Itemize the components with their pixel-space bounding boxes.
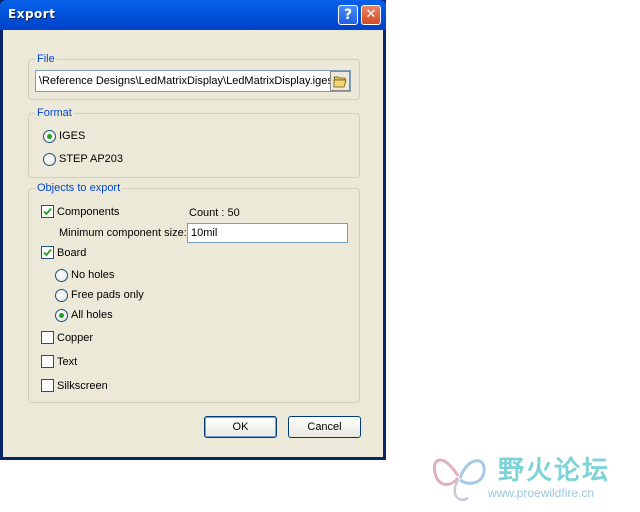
file-legend: File: [35, 52, 57, 66]
component-count: Count : 50: [189, 207, 240, 219]
min-size-value: 10mil: [191, 227, 218, 239]
format-legend: Format: [35, 106, 74, 120]
min-size-input[interactable]: 10mil: [187, 223, 348, 243]
format-iges-label[interactable]: IGES: [59, 129, 85, 143]
format-iges-radio[interactable]: [43, 130, 56, 143]
cancel-button[interactable]: Cancel: [288, 416, 361, 438]
title-bar[interactable]: Export ? ✕: [0, 0, 386, 30]
format-step-radio[interactable]: [43, 153, 56, 166]
watermark-url: www.proewildfire.cn: [488, 486, 595, 500]
watermark-logo: 野火论坛 www.proewildfire.cn: [428, 446, 634, 508]
check-mark-icon: [43, 248, 52, 257]
holes-all-radio[interactable]: [55, 309, 68, 322]
help-button[interactable]: ?: [338, 5, 358, 25]
format-group: Format: [28, 106, 360, 178]
text-label[interactable]: Text: [57, 355, 77, 369]
board-label[interactable]: Board: [57, 246, 86, 260]
components-checkbox[interactable]: [41, 205, 54, 218]
format-step-label[interactable]: STEP AP203: [59, 152, 123, 166]
objects-legend: Objects to export: [35, 181, 123, 195]
check-mark-icon: [43, 207, 52, 216]
file-path-field[interactable]: \Reference Designs\LedMatrixDisplay\LedM…: [35, 70, 351, 92]
silkscreen-checkbox[interactable]: [41, 379, 54, 392]
ok-button[interactable]: OK: [204, 416, 277, 438]
file-path-text: \Reference Designs\LedMatrixDisplay\LedM…: [39, 75, 333, 87]
components-label[interactable]: Components: [57, 205, 119, 219]
close-button[interactable]: ✕: [361, 5, 381, 25]
text-checkbox[interactable]: [41, 355, 54, 368]
folder-open-icon: [333, 76, 347, 88]
min-size-label: Minimum component size:: [59, 227, 187, 239]
holes-free-pads-radio[interactable]: [55, 289, 68, 302]
holes-all-label[interactable]: All holes: [71, 308, 113, 322]
holes-free-pads-label[interactable]: Free pads only: [71, 288, 144, 302]
board-checkbox[interactable]: [41, 246, 54, 259]
window-title: Export: [8, 7, 56, 21]
copper-checkbox[interactable]: [41, 331, 54, 344]
butterfly-logo-icon: [433, 458, 486, 501]
silkscreen-label[interactable]: Silkscreen: [57, 379, 108, 393]
browse-button[interactable]: [330, 71, 350, 91]
holes-none-label[interactable]: No holes: [71, 268, 114, 282]
copper-label[interactable]: Copper: [57, 331, 93, 345]
holes-none-radio[interactable]: [55, 269, 68, 282]
watermark-name: 野火论坛: [498, 456, 611, 486]
